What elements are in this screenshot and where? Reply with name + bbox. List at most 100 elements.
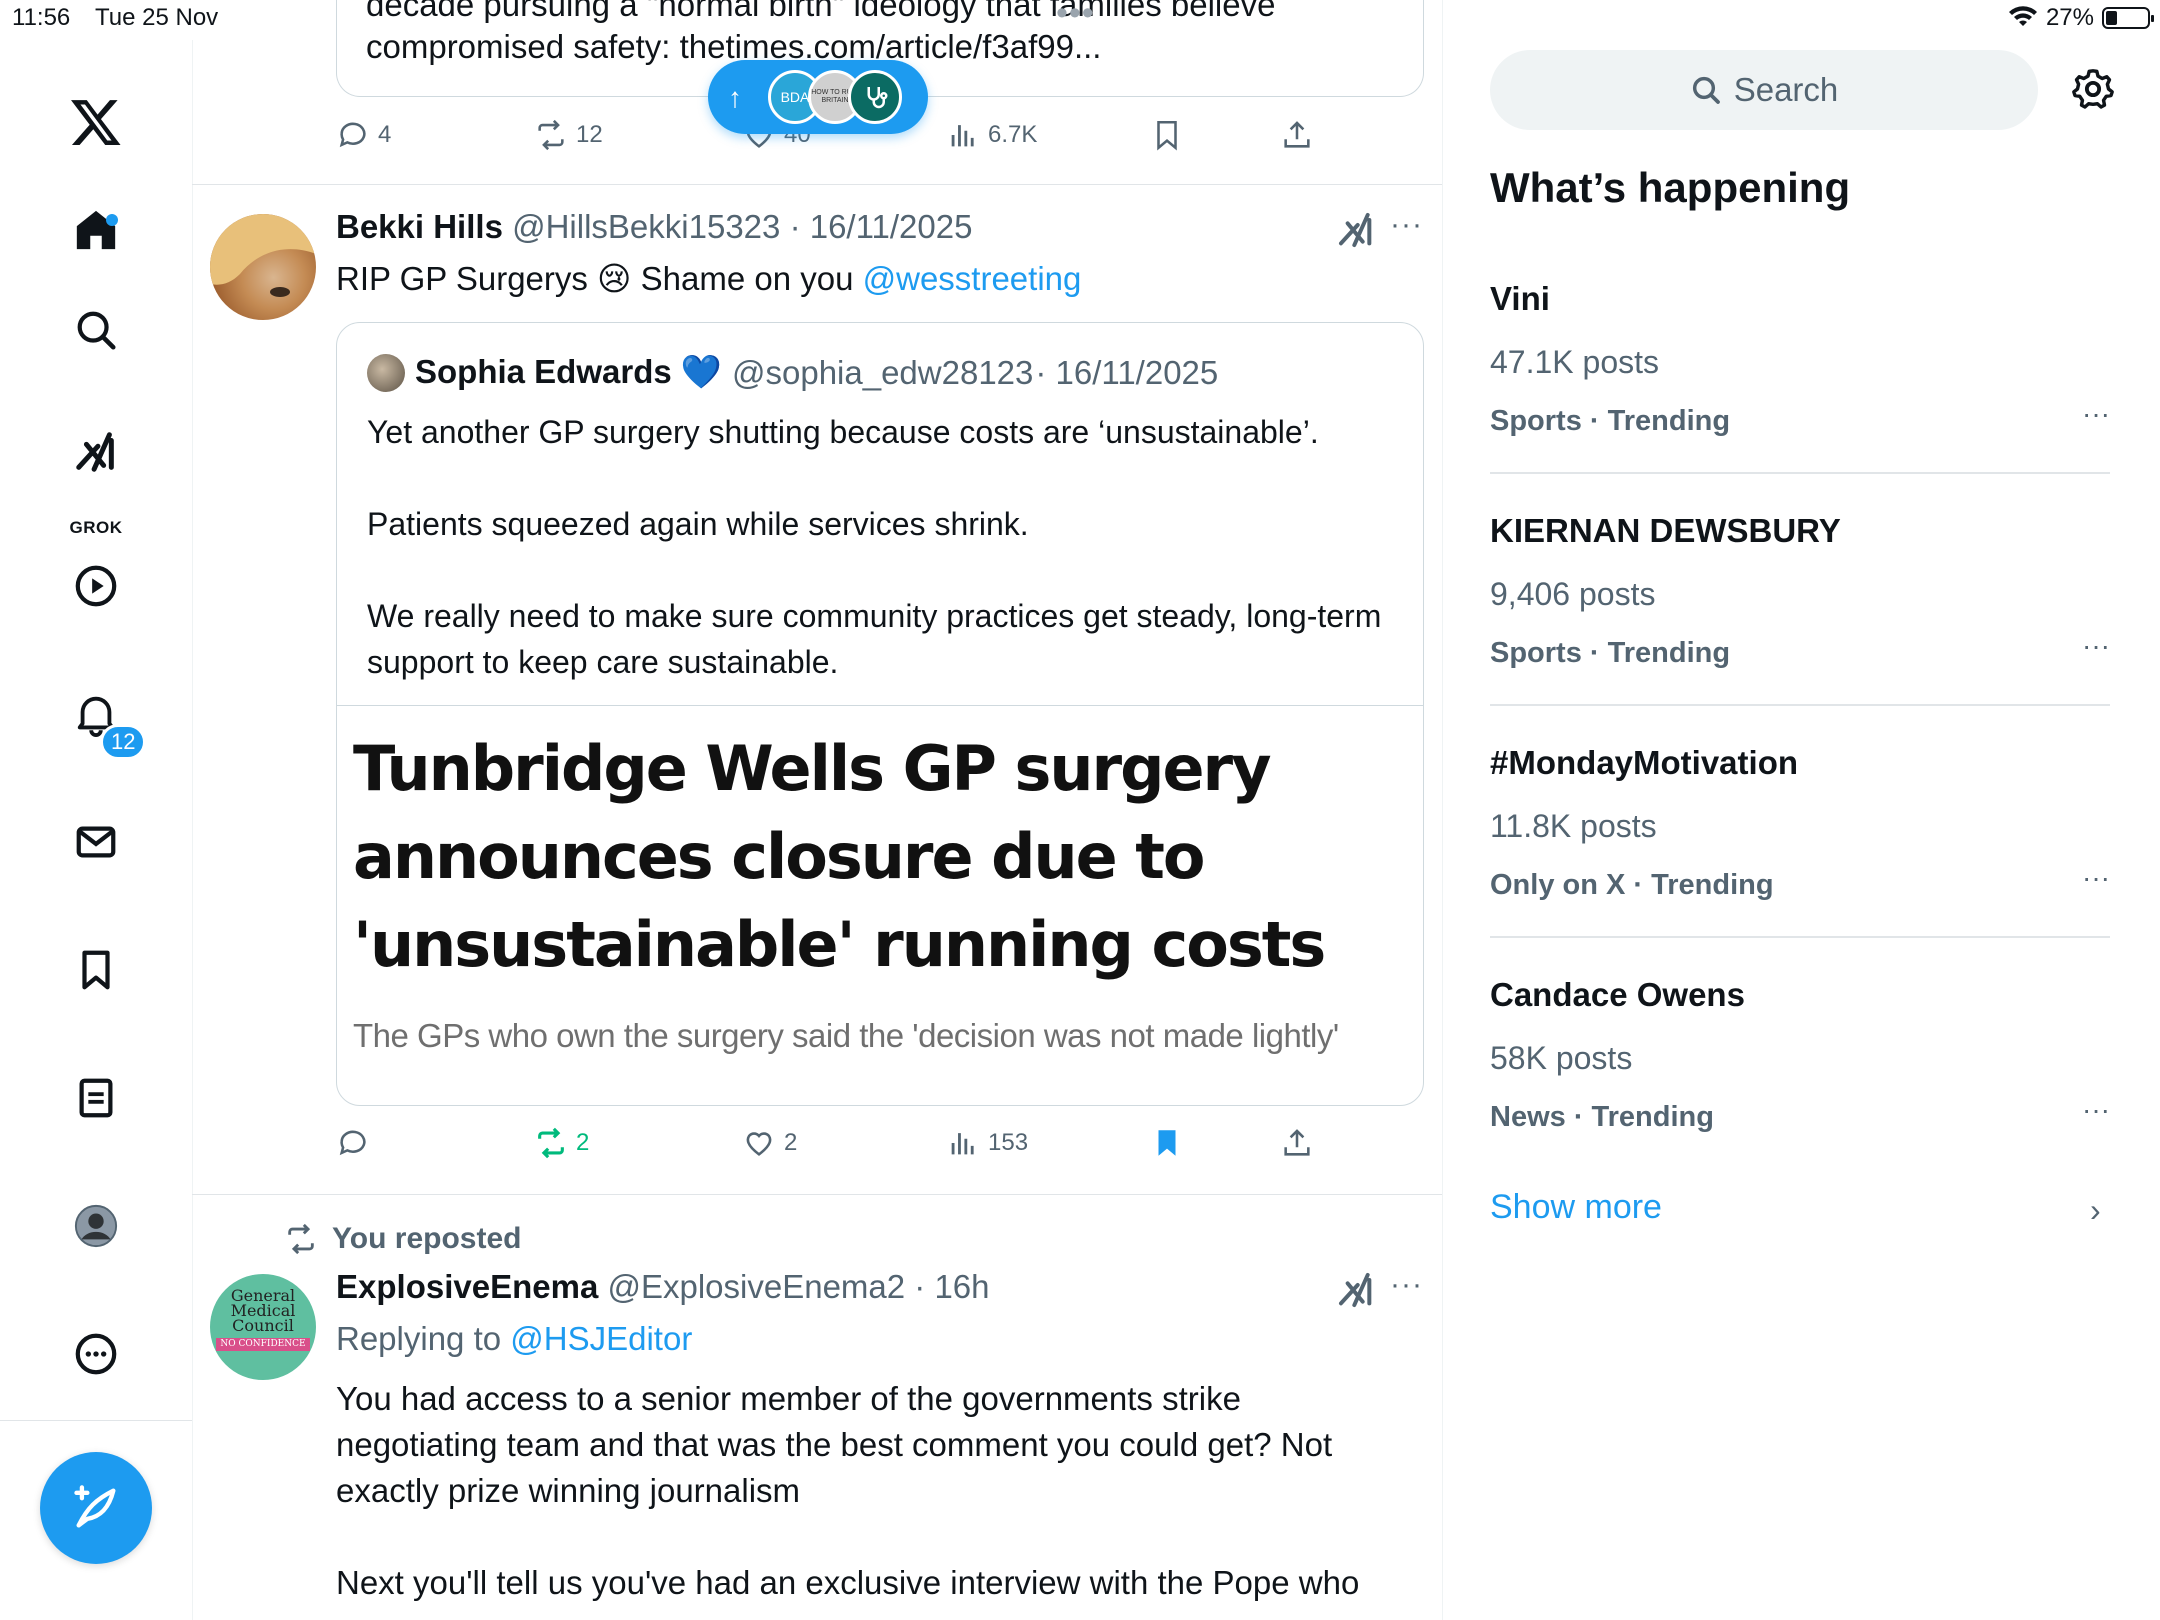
quote-handle: @sophia_edw28123 bbox=[731, 353, 1034, 391]
avatar-text: General Medical Council NO CONFIDENCE bbox=[210, 1288, 316, 1351]
tweet1-date[interactable]: · 16/11/2025 bbox=[790, 208, 973, 245]
reply-icon bbox=[339, 122, 366, 148]
bookmark-button[interactable] bbox=[1150, 118, 1184, 152]
bekki-hills-avatar[interactable] bbox=[210, 214, 316, 320]
like-count: 2 bbox=[784, 1129, 798, 1156]
trend-divider bbox=[1490, 472, 2110, 474]
messages-envelope-icon[interactable] bbox=[66, 812, 126, 872]
more-options-icon[interactable] bbox=[66, 1324, 126, 1384]
reply-button[interactable] bbox=[336, 1126, 378, 1160]
search-nav-icon[interactable] bbox=[66, 300, 126, 360]
quoted-tweet[interactable]: Sophia Edwards 💙 @sophia_edw28123 · 16/1… bbox=[336, 322, 1424, 1106]
share-icon bbox=[1284, 121, 1310, 148]
repost-icon bbox=[538, 1127, 564, 1159]
notifications-badge: 12 bbox=[100, 724, 147, 760]
bookmark-filled-icon bbox=[1158, 1130, 1176, 1156]
tweet2-header: ExplosiveEnema @ExplosiveEnema2 · 16h bbox=[336, 1268, 990, 1306]
home-unread-dot bbox=[106, 214, 118, 226]
views-count: 153 bbox=[988, 1129, 1029, 1156]
avatar-text-line: Council bbox=[232, 1316, 294, 1335]
left-navigation: GROK 12 bbox=[0, 40, 193, 1620]
pill-avatar-3 bbox=[848, 70, 902, 124]
avatar-face-image bbox=[210, 214, 316, 297]
trend-more-icon[interactable]: ··· bbox=[2082, 398, 2110, 430]
explosiveenema-avatar[interactable]: General Medical Council NO CONFIDENCE bbox=[210, 1274, 316, 1380]
grok-explain-icon[interactable] bbox=[1336, 210, 1376, 250]
link-card-text-line2: compromised safety: thetimes.com/article… bbox=[366, 28, 1102, 65]
tweet1-more-icon[interactable]: ··· bbox=[1390, 208, 1423, 242]
replying-to: Replying to @HSJEditor bbox=[336, 1316, 692, 1362]
trend-item[interactable]: #MondayMotivation 11.8K posts Only on X … bbox=[1490, 744, 2110, 902]
quote-media-divider bbox=[337, 705, 1423, 706]
profile-avatar-icon[interactable] bbox=[66, 1196, 126, 1256]
repost-small-icon bbox=[288, 1223, 314, 1255]
grok-icon[interactable] bbox=[66, 422, 126, 482]
tweet2-author-name[interactable]: ExplosiveEnema bbox=[336, 1268, 598, 1305]
trend-more-icon[interactable]: ··· bbox=[2082, 862, 2110, 894]
stethoscope-icon bbox=[867, 87, 888, 109]
bookmarks-icon[interactable] bbox=[66, 940, 126, 1000]
quote-author-name: Sophia Edwards 💙 bbox=[415, 353, 722, 390]
views-button[interactable]: 6.7K bbox=[946, 118, 1037, 152]
drag-handle[interactable]: ••• bbox=[1056, 0, 1095, 33]
arrow-up-icon: ↑ bbox=[728, 82, 742, 113]
views-count: 6.7K bbox=[988, 121, 1038, 148]
sophia-edwards-avatar bbox=[367, 353, 405, 392]
tweet2-text-line bbox=[336, 1514, 1359, 1560]
repost-indicator: You reposted bbox=[288, 1222, 521, 1256]
reply-icon bbox=[339, 1130, 366, 1156]
avatar-text-line: NO CONFIDENCE bbox=[216, 1338, 310, 1351]
share-icon bbox=[1284, 1129, 1310, 1156]
quote-paragraph: Patients squeezed again while services s… bbox=[367, 506, 1029, 542]
home-icon[interactable] bbox=[66, 200, 126, 260]
tweet2-handle[interactable]: @ExplosiveEnema2 bbox=[607, 1268, 905, 1305]
compose-feather-icon bbox=[74, 1485, 116, 1528]
trend-name: Candace Owens bbox=[1490, 976, 1745, 1013]
show-more-link[interactable]: Show more bbox=[1490, 1188, 1662, 1227]
grok-explain-icon[interactable] bbox=[1336, 1270, 1376, 1310]
tweet1-handle[interactable]: @HillsBekki15323 bbox=[512, 208, 780, 245]
compose-post-button[interactable] bbox=[40, 1452, 152, 1564]
tweet2-more-icon[interactable]: ··· bbox=[1390, 1268, 1423, 1302]
tweet2-text: You had access to a senior member of the… bbox=[336, 1376, 1359, 1606]
trend-posts: 11.8K posts bbox=[1490, 808, 1657, 844]
tweet2-text-line: negotiating team and that was the best c… bbox=[336, 1426, 1333, 1463]
video-icon[interactable] bbox=[66, 556, 126, 616]
link-card-text-line1: decade pursuing a "normal birth" ideolog… bbox=[366, 0, 1276, 23]
trend-name: KIERNAN DEWSBURY bbox=[1490, 512, 1841, 549]
trend-item[interactable]: Vini 47.1K posts Sports · Trending ··· bbox=[1490, 280, 2110, 438]
headline-line: Tunbridge Wells GP surgery bbox=[353, 732, 1272, 805]
search-input[interactable]: Search bbox=[1490, 50, 2038, 130]
trend-item[interactable]: Candace Owens 58K posts News · Trending … bbox=[1490, 976, 2110, 1134]
trend-divider bbox=[1490, 704, 2110, 706]
like-button[interactable]: 2 bbox=[742, 1126, 797, 1160]
tweet1-text: RIP GP Surgerys 😢 Shame on you @wesstree… bbox=[336, 256, 1081, 302]
trend-more-icon[interactable]: ··· bbox=[2082, 630, 2110, 662]
x-logo-icon[interactable] bbox=[66, 92, 126, 152]
trend-more-icon[interactable]: ··· bbox=[2082, 1094, 2110, 1126]
chevron-right-icon: › bbox=[2090, 1192, 2101, 1228]
tweet1-text-body: RIP GP Surgerys 😢 Shame on you bbox=[336, 260, 863, 297]
trend-category: News · Trending bbox=[1490, 1101, 1714, 1133]
repost-count: 2 bbox=[576, 1129, 590, 1156]
settings-gear-icon[interactable] bbox=[2070, 66, 2116, 112]
repost-button[interactable]: 12 bbox=[534, 118, 603, 152]
trend-category: Sports · Trending bbox=[1490, 405, 1731, 437]
lists-icon[interactable] bbox=[66, 1068, 126, 1128]
share-button[interactable] bbox=[1280, 1126, 1314, 1160]
tweet1-author-name[interactable]: Bekki Hills bbox=[336, 208, 503, 245]
new-posts-pill[interactable]: ↑ BDA HOW TO RUIN BRITAIN bbox=[708, 60, 928, 134]
bookmark-icon bbox=[1157, 120, 1177, 151]
tweet2-text-line: You had access to a senior member of the… bbox=[336, 1380, 1241, 1417]
tweet1-mention[interactable]: @wesstreeting bbox=[863, 260, 1082, 297]
share-button[interactable] bbox=[1280, 118, 1314, 152]
repost-button-active[interactable]: 2 bbox=[534, 1126, 589, 1160]
trend-item[interactable]: KIERNAN DEWSBURY 9,406 posts Sports · Tr… bbox=[1490, 512, 2110, 670]
views-button[interactable]: 153 bbox=[946, 1126, 1028, 1160]
replying-to-mention[interactable]: @HSJEditor bbox=[510, 1320, 692, 1357]
reply-button[interactable]: 4 bbox=[336, 118, 391, 152]
article-headline-image[interactable]: Tunbridge Wells GP surgery announces clo… bbox=[353, 725, 1413, 989]
tweet2-date[interactable]: · 16h bbox=[914, 1268, 989, 1305]
tweet-separator bbox=[192, 1194, 1442, 1195]
bookmark-button-active[interactable] bbox=[1150, 1126, 1184, 1160]
